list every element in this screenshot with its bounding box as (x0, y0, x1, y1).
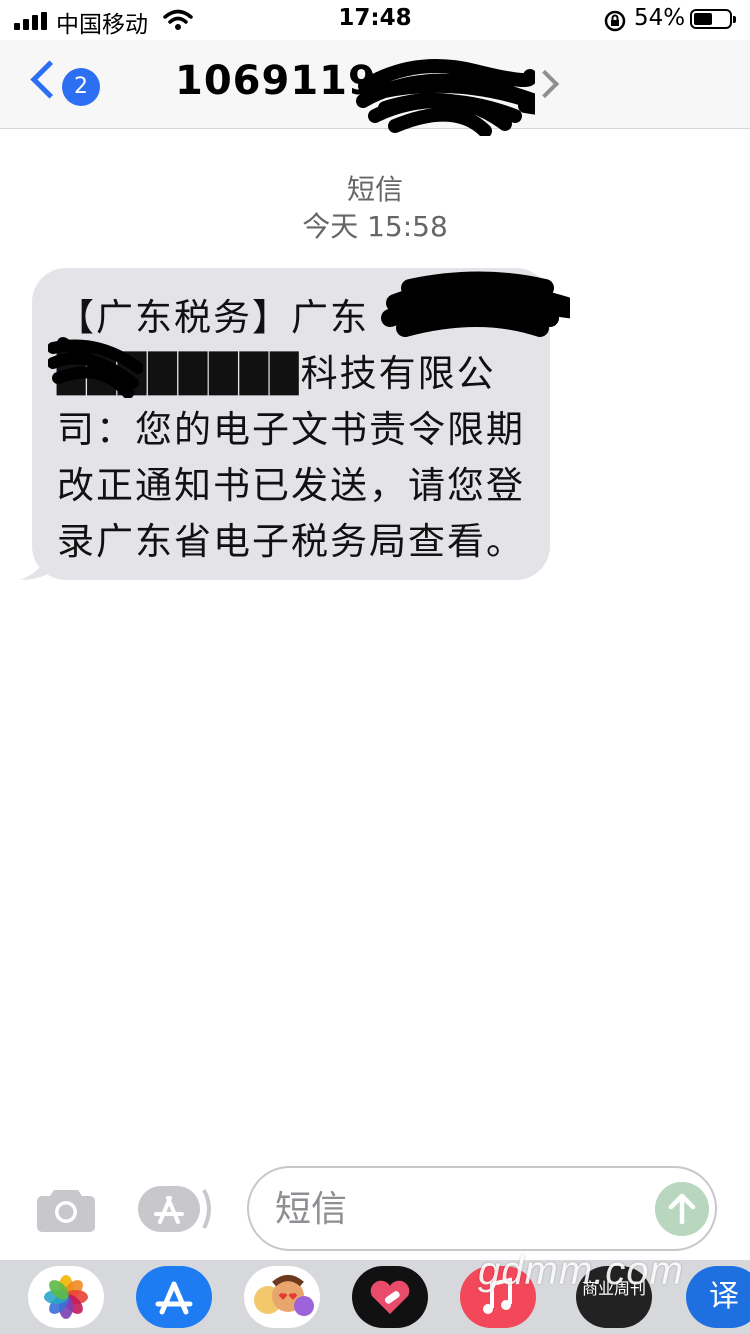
message-text: 【广东税务】广东████████科技有限公司：您的电子文书责令限期改正通知书已发… (57, 296, 525, 563)
camera-icon[interactable] (36, 1186, 96, 1232)
photos-icon[interactable] (28, 1266, 104, 1328)
message-service-label: 短信 (346, 173, 403, 206)
memoji-icon[interactable] (244, 1266, 320, 1328)
app-drawer-button[interactable] (138, 1186, 214, 1232)
contact-number[interactable]: 1069119 (175, 58, 377, 104)
unread-badge: 2 (62, 68, 100, 106)
orientation-lock-icon (604, 10, 626, 32)
app-store-icon[interactable] (136, 1266, 212, 1328)
watermark: gdmm.com (478, 1249, 684, 1293)
message-input-field[interactable] (247, 1166, 717, 1251)
translate-icon[interactable]: 译 (686, 1266, 750, 1328)
chevron-right-icon[interactable] (530, 69, 560, 99)
back-button[interactable]: 2 (30, 60, 110, 106)
conversation-header: 2 1069119 (0, 40, 750, 136)
bubble-tail (20, 548, 60, 580)
battery-icon (690, 9, 736, 29)
status-bar: 中国移动 17:48 54% (0, 0, 750, 40)
redaction-scribble (356, 59, 535, 136)
battery-percentage: 54% (634, 5, 686, 31)
message-timestamp: 今天 15:58 (302, 210, 448, 243)
message-input[interactable] (273, 1184, 637, 1234)
send-button[interactable] (655, 1182, 709, 1236)
heart-app-icon[interactable] (352, 1266, 428, 1328)
